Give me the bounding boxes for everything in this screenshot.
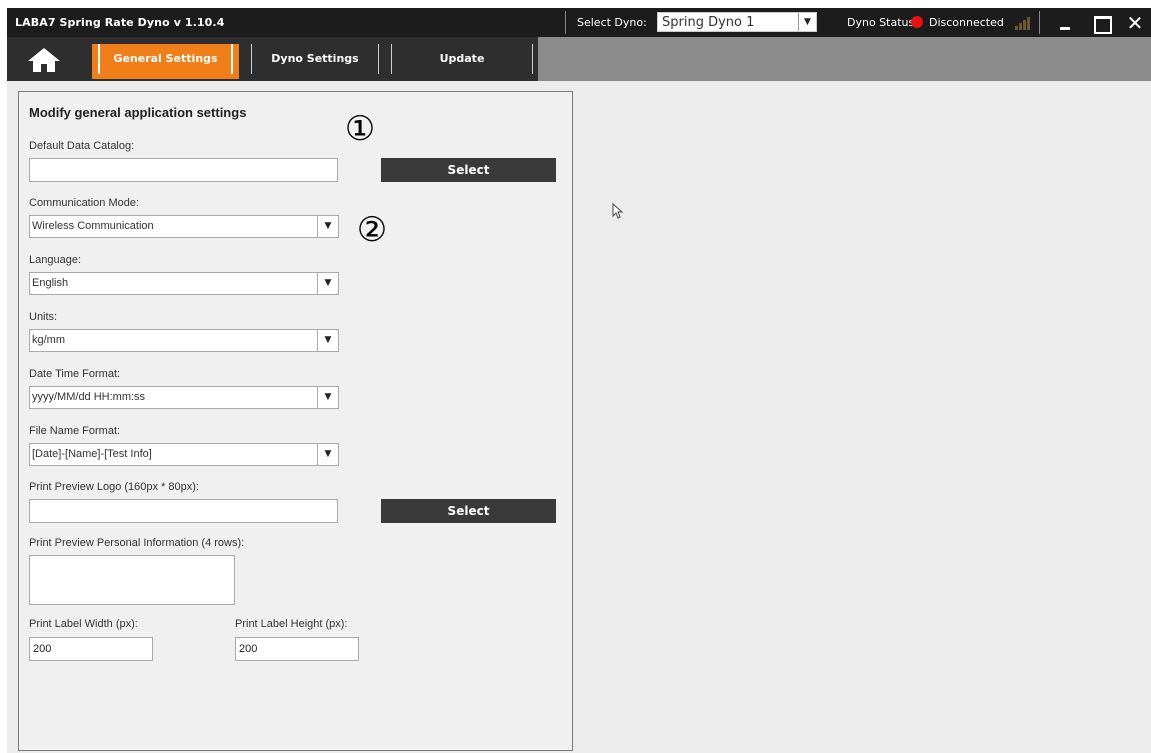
- chevron-down-icon[interactable]: ▼: [317, 273, 338, 294]
- print-label-width-label: Print Label Width (px):: [29, 618, 138, 630]
- units-select[interactable]: kg/mm ▼: [29, 329, 339, 352]
- home-button[interactable]: [26, 47, 62, 73]
- nav-bar: General Settings Dyno Settings Update: [7, 37, 1151, 81]
- language-value: English: [32, 277, 69, 289]
- units-label: Units:: [29, 311, 58, 323]
- status-indicator-icon: [911, 16, 923, 28]
- select-catalog-button[interactable]: Select: [381, 158, 556, 182]
- annotation-marker-1: ①: [344, 109, 376, 149]
- nav-tabs-container: General Settings Dyno Settings Update: [7, 37, 538, 81]
- print-logo-label: Print Preview Logo (160px * 80px):: [29, 481, 199, 493]
- file-name-format-label: File Name Format:: [29, 425, 121, 437]
- default-data-catalog-label: Default Data Catalog:: [29, 140, 135, 152]
- title-bar: LABA7 Spring Rate Dyno v 1.10.4 Select D…: [7, 8, 1151, 37]
- dyno-select-value: Spring Dyno 1: [662, 15, 755, 30]
- print-personal-info-textarea[interactable]: [29, 555, 235, 605]
- language-select[interactable]: English ▼: [29, 272, 339, 295]
- tab-label: Dyno Settings: [271, 52, 359, 65]
- annotation-marker-2: ②: [356, 210, 388, 250]
- print-label-height-value: 200: [239, 643, 258, 655]
- chevron-down-icon[interactable]: ▼: [317, 330, 338, 351]
- select-logo-button[interactable]: Select: [381, 499, 556, 523]
- dyno-status-text: Disconnected: [929, 16, 1004, 29]
- date-time-format-select[interactable]: yyyy/MM/dd HH:mm:ss ▼: [29, 386, 339, 409]
- home-icon: [28, 48, 60, 72]
- date-time-format-value: yyyy/MM/dd HH:mm:ss: [32, 391, 146, 403]
- units-value: kg/mm: [32, 334, 65, 346]
- chevron-down-icon[interactable]: ▼: [317, 216, 338, 237]
- mouse-cursor-icon: [612, 203, 624, 219]
- tab-update[interactable]: Update: [391, 44, 533, 79]
- titlebar-separator: [1039, 11, 1040, 34]
- date-time-format-label: Date Time Format:: [29, 368, 121, 380]
- maximize-button[interactable]: [1087, 10, 1115, 36]
- dyno-select[interactable]: Spring Dyno 1 ▼: [657, 12, 817, 32]
- select-dyno-label: Select Dyno:: [577, 16, 647, 29]
- file-name-format-value: [Date]-[Name]-[Test Info]: [32, 448, 152, 460]
- print-label-height-input[interactable]: 200: [235, 637, 359, 661]
- general-settings-panel: Modify general application settings Defa…: [18, 91, 573, 751]
- tab-dyno-settings[interactable]: Dyno Settings: [251, 44, 379, 79]
- minimize-button[interactable]: [1051, 10, 1079, 36]
- tab-label: General Settings: [113, 52, 218, 65]
- tab-label: Update: [439, 52, 485, 65]
- main-area: Modify general application settings Defa…: [7, 81, 1151, 753]
- print-personal-info-label: Print Preview Personal Information (4 ro…: [29, 537, 245, 549]
- print-label-height-label: Print Label Height (px):: [235, 618, 348, 630]
- default-data-catalog-input[interactable]: [29, 158, 338, 182]
- close-button[interactable]: ✕: [1121, 10, 1149, 36]
- chevron-down-icon[interactable]: ▼: [317, 387, 338, 408]
- tab-general-settings[interactable]: General Settings: [92, 44, 239, 79]
- app-title: LABA7 Spring Rate Dyno v 1.10.4: [15, 16, 225, 29]
- file-name-format-select[interactable]: [Date]-[Name]-[Test Info] ▼: [29, 443, 339, 466]
- print-label-width-value: 200: [33, 643, 52, 655]
- panel-title: Modify general application settings: [29, 105, 247, 120]
- signal-strength-icon: [1015, 16, 1031, 30]
- chevron-down-icon[interactable]: ▼: [798, 13, 816, 31]
- titlebar-separator: [565, 11, 566, 34]
- dyno-status-label: Dyno Status:: [847, 16, 918, 29]
- print-label-width-input[interactable]: 200: [29, 637, 153, 661]
- language-label: Language:: [29, 254, 81, 266]
- print-logo-input[interactable]: [29, 499, 338, 523]
- chevron-down-icon[interactable]: ▼: [317, 444, 338, 465]
- communication-mode-value: Wireless Communication: [32, 220, 154, 232]
- communication-mode-label: Communication Mode:: [29, 197, 140, 209]
- communication-mode-select[interactable]: Wireless Communication ▼: [29, 215, 339, 238]
